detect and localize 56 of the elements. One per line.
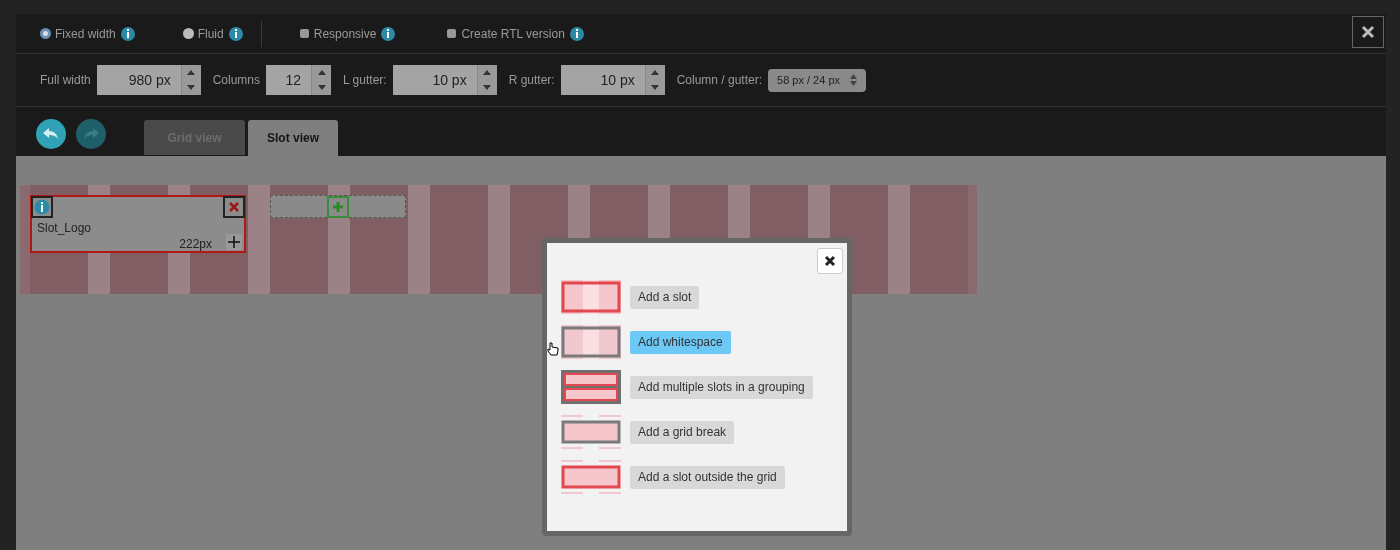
option-label: Responsive (313, 25, 377, 43)
down-arrow-icon[interactable] (317, 85, 326, 90)
slot-width: 222px (179, 236, 212, 253)
up-arrow-icon[interactable] (483, 70, 492, 75)
up-arrow-icon[interactable] (187, 70, 196, 75)
option-label: Create RTL version (461, 25, 565, 43)
option-button[interactable]: Add a slot outside the grid (630, 465, 785, 489)
stepper-arrows-icon (850, 74, 858, 86)
up-arrow-icon[interactable] (317, 70, 326, 75)
checkbox[interactable] (447, 29, 457, 38)
checkbox[interactable] (299, 29, 309, 38)
delete-icon[interactable] (223, 196, 245, 218)
whitespace-icon (561, 325, 621, 359)
close-icon (1361, 25, 1375, 39)
option-label: Fixed width (55, 25, 116, 43)
number-field[interactable]: 12 (266, 65, 332, 95)
slot-icon (561, 280, 621, 314)
undo-button[interactable] (36, 119, 66, 149)
redo-icon (83, 128, 99, 140)
field-label: L gutter: (343, 72, 387, 89)
info-icon[interactable] (569, 26, 584, 41)
down-arrow-icon[interactable] (651, 85, 660, 90)
field-label: Column / gutter: (676, 72, 763, 89)
number-field[interactable]: 980 px (96, 65, 201, 95)
grid-break-icon (561, 415, 621, 449)
info-icon[interactable] (120, 26, 135, 41)
field-label: R gutter: (508, 72, 555, 89)
resize-icon[interactable] (226, 234, 242, 250)
option-label: Fluid (197, 25, 224, 43)
radio-button[interactable] (182, 28, 194, 39)
option-button[interactable]: Add a slot (630, 285, 700, 309)
option-button[interactable]: Add whitespace (630, 330, 731, 354)
down-arrow-icon[interactable] (187, 85, 196, 90)
field-label: Full width (40, 72, 91, 89)
field-label: Columns (212, 72, 261, 89)
plus-icon (333, 201, 343, 212)
pointer-cursor-icon (547, 342, 559, 356)
outside-slot-icon (561, 460, 621, 494)
tab[interactable]: Slot view (248, 120, 338, 156)
radio-button[interactable] (40, 28, 51, 39)
dropdown[interactable]: 58 px / 24 px (768, 68, 867, 92)
number-field[interactable]: 10 px (392, 65, 497, 95)
info-icon[interactable] (31, 196, 53, 218)
info-icon[interactable] (381, 26, 396, 41)
slot-name: Slot_Logo (37, 220, 92, 237)
up-arrow-icon[interactable] (651, 70, 660, 75)
slot[interactable]: Slot_Logo 222px (30, 195, 246, 253)
info-icon[interactable] (228, 26, 243, 41)
number-field[interactable]: 10 px (560, 65, 665, 95)
close-button[interactable] (1352, 16, 1384, 48)
close-icon (824, 255, 836, 267)
slot-group-icon (561, 370, 621, 404)
option-button[interactable]: Add multiple slots in a grouping (630, 375, 813, 399)
undo-icon (43, 128, 59, 140)
option-button[interactable]: Add a grid break (630, 420, 735, 444)
down-arrow-icon[interactable] (483, 85, 492, 90)
